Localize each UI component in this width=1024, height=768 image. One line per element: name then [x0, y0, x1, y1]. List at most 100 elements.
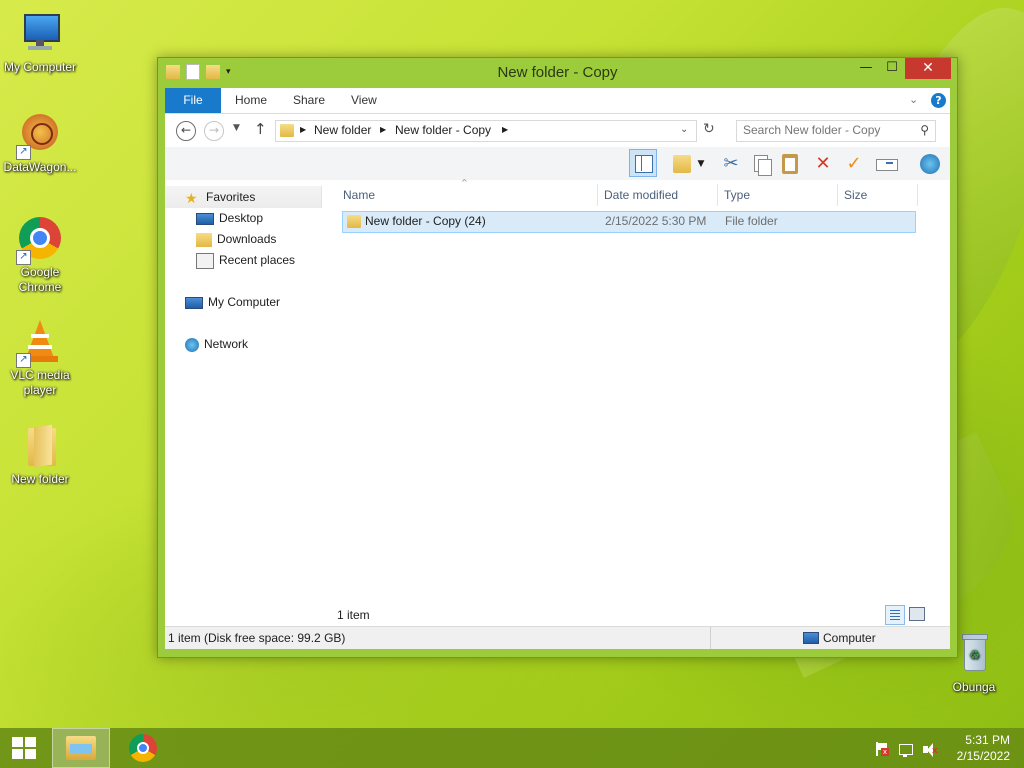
network-status-icon[interactable] [898, 742, 914, 758]
downloads-icon [196, 232, 212, 247]
sort-indicator-icon: ^ [461, 178, 468, 187]
column-header-date-modified[interactable]: Date modified [604, 184, 678, 206]
title-bar[interactable]: ▾ New folder - Copy — ☐ ✕ [158, 58, 957, 88]
file-list: ^ Name Date modified Type Size New folde… [337, 178, 950, 626]
cut-icon[interactable]: ✂ [718, 151, 744, 177]
desktop-icon-vlc[interactable]: ↗ VLC media player [0, 318, 80, 398]
folder-options-icon[interactable] [669, 151, 695, 177]
rename-icon[interactable] [873, 151, 899, 177]
command-toolbar: ▼ ✂ ✕ ✓ [165, 147, 950, 180]
clock-date: 2/15/2022 [956, 749, 1010, 763]
column-separator[interactable] [917, 184, 918, 206]
preview-pane-icon[interactable] [629, 149, 657, 177]
datawagon-icon: ↗ [16, 110, 64, 160]
column-header-name[interactable]: Name [343, 184, 375, 206]
back-button[interactable]: ← [176, 121, 196, 141]
network-icon [185, 337, 199, 352]
search-icon[interactable]: ⚲ [920, 123, 929, 137]
nav-network[interactable]: Network [185, 334, 248, 354]
desktop-icon-my-computer[interactable]: My Computer [0, 10, 80, 75]
details-view-button[interactable] [885, 605, 905, 625]
volume-muted-icon[interactable]: x [922, 742, 938, 758]
address-dropdown-icon[interactable]: ⌄ [680, 124, 688, 135]
chevron-right-icon[interactable]: ▶ [300, 125, 306, 134]
search-box[interactable]: ⚲ [736, 120, 936, 142]
status-bar: 1 item (Disk free space: 99.2 GB) Comput… [165, 626, 950, 649]
chevron-down-icon[interactable]: ▼ [695, 151, 707, 177]
cell-type: File folder [725, 214, 778, 228]
shortcut-arrow-icon: ↗ [16, 145, 31, 160]
nav-favorites[interactable]: ★ Favorites [185, 187, 255, 207]
desktop-icon-google-chrome[interactable]: ↗ Google Chrome [0, 215, 80, 295]
item-count: 1 item [337, 608, 370, 622]
window-title: New folder - Copy [497, 64, 618, 81]
windows-logo-icon [12, 737, 36, 759]
column-header-size[interactable]: Size [844, 184, 867, 206]
nav-recent-places[interactable]: Recent places [196, 250, 295, 270]
column-header-type[interactable]: Type [724, 184, 750, 206]
desktop-icon-new-folder[interactable]: New folder [0, 422, 80, 487]
folder-icon [280, 124, 294, 137]
help-icon[interactable]: ? [931, 93, 946, 108]
minimize-button[interactable]: — [852, 58, 880, 79]
network-globe-icon[interactable] [917, 151, 943, 177]
breadcrumb-new-folder[interactable]: New folder [314, 123, 371, 137]
desktop-icon-label: DataWagon... [3, 160, 77, 174]
status-location: Computer [823, 631, 876, 645]
paste-icon[interactable] [777, 151, 803, 177]
ribbon-tabs: File Home Share View ⌄ ? [165, 88, 950, 114]
folder-icon [16, 422, 64, 470]
shortcut-arrow-icon: ↗ [16, 353, 31, 368]
tab-share[interactable]: Share [293, 88, 325, 113]
forward-button[interactable]: → [204, 121, 224, 141]
desktop-icon-label: Obunga [952, 680, 996, 694]
cell-name: New folder - Copy (24) [365, 214, 486, 228]
nav-desktop[interactable]: Desktop [196, 208, 263, 228]
cell-date-modified: 2/15/2022 5:30 PM [605, 214, 707, 228]
nav-downloads[interactable]: Downloads [196, 229, 276, 249]
desktop-icon-datawagon[interactable]: ↗ DataWagon... [0, 110, 80, 175]
computer-icon [185, 296, 203, 309]
taskbar-file-explorer[interactable] [52, 728, 110, 768]
recent-locations-chevron-icon[interactable]: ▼ [233, 123, 240, 133]
column-separator[interactable] [717, 184, 718, 206]
check-icon[interactable]: ✓ [841, 151, 867, 177]
status-text: 1 item (Disk free space: 99.2 GB) [168, 631, 346, 645]
delete-icon[interactable]: ✕ [810, 151, 836, 177]
action-center-flag-icon[interactable]: x [874, 742, 890, 758]
large-icons-view-button[interactable] [909, 607, 925, 621]
status-separator [710, 627, 711, 649]
tab-file[interactable]: File [165, 88, 221, 113]
expand-ribbon-icon[interactable]: ⌄ [909, 93, 918, 106]
tab-home[interactable]: Home [235, 88, 267, 113]
chrome-icon: ↗ [16, 215, 64, 265]
table-row[interactable]: New folder - Copy (24) 2/15/2022 5:30 PM… [342, 211, 916, 233]
maximize-button[interactable]: ☐ [878, 58, 906, 79]
file-explorer-icon [66, 736, 96, 760]
clock-time: 5:31 PM [965, 733, 1010, 747]
desktop-icon [196, 212, 214, 225]
column-separator[interactable] [597, 184, 598, 206]
address-row: ← → ▼ ↑ ▶ New folder ▶ New folder - Copy… [165, 114, 950, 147]
address-bar[interactable]: ▶ New folder ▶ New folder - Copy ▶ ⌄ [275, 120, 697, 142]
close-button[interactable]: ✕ [905, 58, 951, 79]
chevron-right-icon[interactable]: ▶ [380, 125, 386, 134]
search-input[interactable] [737, 121, 913, 139]
start-button[interactable] [0, 728, 48, 768]
column-separator[interactable] [837, 184, 838, 206]
chevron-right-icon[interactable]: ▶ [502, 125, 508, 134]
vlc-cone-icon: ↗ [16, 318, 64, 368]
tab-view[interactable]: View [351, 88, 377, 113]
up-button[interactable]: ↑ [254, 120, 267, 138]
nav-my-computer[interactable]: My Computer [185, 292, 280, 312]
chrome-icon [129, 734, 157, 762]
recent-places-icon [196, 252, 214, 269]
refresh-button[interactable]: ↻ [703, 121, 715, 137]
shortcut-arrow-icon: ↗ [16, 250, 31, 265]
content-area: ★ Favorites Desktop Downloads Recent plac… [165, 178, 950, 626]
copy-icon[interactable] [748, 151, 774, 177]
taskbar: x x 5:31 PM 2/15/2022 [0, 728, 1024, 768]
system-clock[interactable]: 5:31 PM 2/15/2022 [957, 732, 1010, 764]
breadcrumb-new-folder-copy[interactable]: New folder - Copy [395, 123, 491, 137]
taskbar-google-chrome[interactable] [116, 728, 172, 768]
